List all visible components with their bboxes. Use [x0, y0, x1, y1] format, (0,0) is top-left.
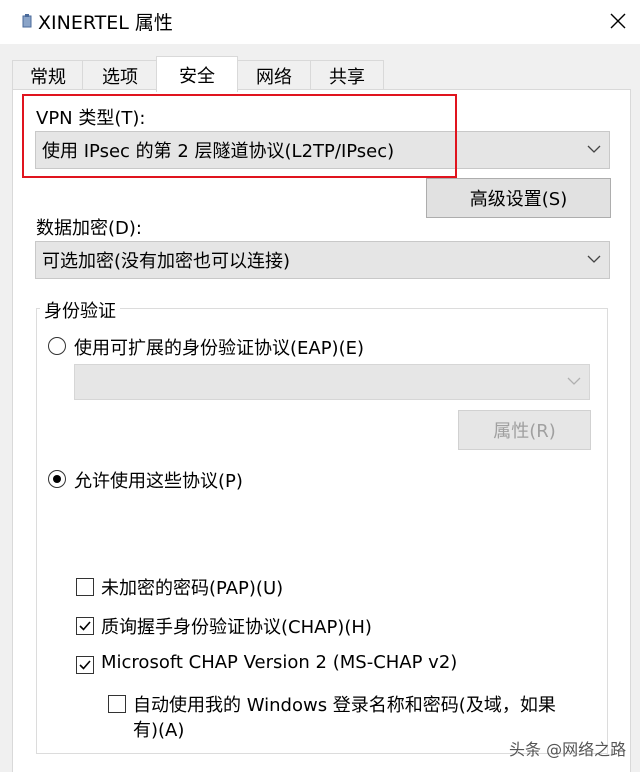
auto-logon-label-line2[interactable]: 有)(A): [133, 716, 184, 742]
network-connection-icon: [22, 14, 32, 28]
mschapv2-label[interactable]: Microsoft CHAP Version 2 (MS-CHAP v2): [101, 652, 457, 673]
window-title: XINERTEL 属性: [38, 12, 173, 34]
mschapv2-checkbox[interactable]: [76, 656, 94, 674]
data-encryption-value: 可选加密(没有加密也可以连接): [42, 251, 291, 272]
pap-label[interactable]: 未加密的密码(PAP)(U): [101, 574, 283, 600]
checkmark-icon: [79, 621, 91, 631]
chevron-down-icon: [587, 145, 601, 153]
tab-sharing[interactable]: 共享: [310, 60, 384, 91]
eap-radio[interactable]: [48, 337, 66, 355]
chevron-down-icon: [567, 377, 581, 385]
title-bar: XINERTEL 属性: [0, 0, 640, 44]
data-encryption-select[interactable]: 可选加密(没有加密也可以连接): [35, 241, 610, 279]
eap-method-select[interactable]: [74, 364, 590, 400]
eap-radio-label[interactable]: 使用可扩展的身份验证协议(EAP)(E): [74, 334, 364, 360]
allow-protocols-label[interactable]: 允许使用这些协议(P): [74, 467, 243, 493]
auto-logon-checkbox[interactable]: [108, 695, 126, 713]
watermark-text: 头条 @网络之路: [509, 740, 627, 759]
allow-protocols-radio[interactable]: [48, 470, 66, 488]
tab-strip: 常规 选项 安全 网络 共享: [12, 56, 632, 92]
vpn-type-label: VPN 类型(T):: [36, 108, 146, 129]
close-button[interactable]: [600, 4, 636, 38]
tab-networking[interactable]: 网络: [236, 60, 312, 91]
tab-general[interactable]: 常规: [12, 60, 84, 91]
tab-security[interactable]: 安全: [156, 56, 238, 92]
authentication-group-title: 身份验证: [40, 297, 120, 323]
auto-logon-label-line1[interactable]: 自动使用我的 Windows 登录名称和密码(及域，如果: [133, 691, 556, 717]
advanced-settings-button[interactable]: 高级设置(S): [426, 178, 611, 218]
tab-options[interactable]: 选项: [82, 60, 158, 91]
pap-checkbox[interactable]: [76, 578, 94, 596]
close-icon: [610, 13, 626, 29]
data-encryption-label: 数据加密(D):: [36, 218, 142, 239]
checkmark-icon: [79, 660, 91, 670]
chevron-down-icon: [587, 255, 601, 263]
chap-checkbox[interactable]: [76, 617, 94, 635]
properties-button[interactable]: 属性(R): [458, 410, 591, 450]
vpn-type-value: 使用 IPsec 的第 2 层隧道协议(L2TP/IPsec): [42, 141, 395, 162]
chap-label[interactable]: 质询握手身份验证协议(CHAP)(H): [101, 613, 372, 639]
vpn-type-select[interactable]: 使用 IPsec 的第 2 层隧道协议(L2TP/IPsec): [35, 131, 610, 169]
